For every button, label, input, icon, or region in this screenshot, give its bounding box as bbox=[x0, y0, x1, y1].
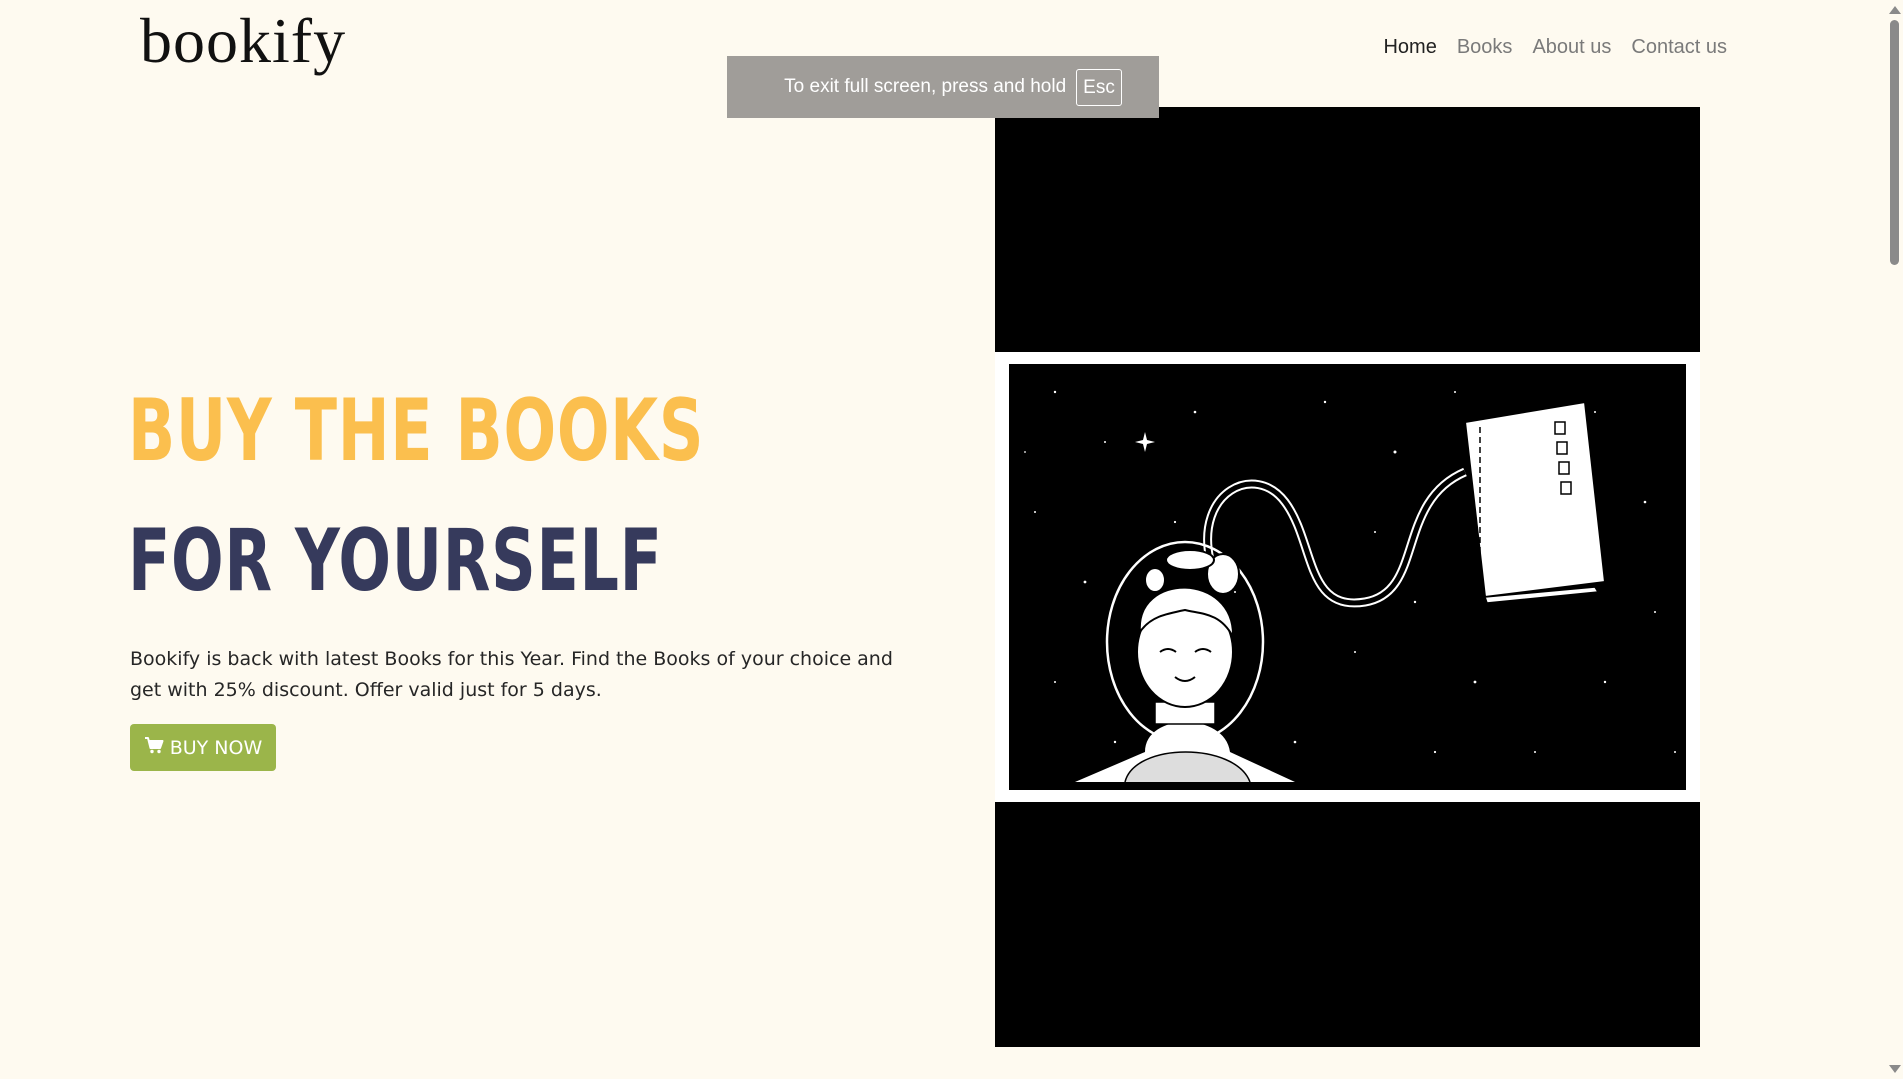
site-logo[interactable]: bookify bbox=[140, 4, 346, 78]
nav-item-books[interactable]: Books bbox=[1457, 36, 1513, 59]
scroll-up-arrow-icon[interactable] bbox=[1889, 6, 1901, 14]
nav-item-about-us[interactable]: About us bbox=[1532, 36, 1611, 59]
scroll-down-arrow-icon[interactable] bbox=[1889, 1065, 1901, 1073]
cart-icon bbox=[144, 736, 164, 759]
hero-title-line-1: BUY THE BOOKS bbox=[128, 381, 705, 481]
hero-title-line-2: FOR YOURSELF bbox=[128, 511, 663, 611]
fullscreen-exit-notice: To exit full screen, press and hold Esc bbox=[727, 56, 1159, 118]
esc-key-badge: Esc bbox=[1076, 68, 1122, 106]
fullscreen-notice-text: To exit full screen, press and hold bbox=[784, 76, 1067, 97]
main-nav: Home Books About us Contact us bbox=[1383, 36, 1727, 59]
nav-item-home[interactable]: Home bbox=[1383, 36, 1436, 59]
hero-description: Bookify is back with latest Books for th… bbox=[130, 648, 893, 701]
boy-astronaut-with-book-illustration bbox=[995, 352, 1700, 802]
buy-now-button[interactable]: BUY NOW bbox=[130, 724, 276, 771]
vertical-scrollbar[interactable] bbox=[1886, 0, 1903, 1079]
scrollbar-thumb[interactable] bbox=[1890, 20, 1899, 265]
nav-item-contact-us[interactable]: Contact us bbox=[1631, 36, 1727, 59]
buy-now-label: BUY NOW bbox=[169, 736, 263, 759]
page: bookify Home Books About us Contact us T… bbox=[0, 0, 1903, 1079]
